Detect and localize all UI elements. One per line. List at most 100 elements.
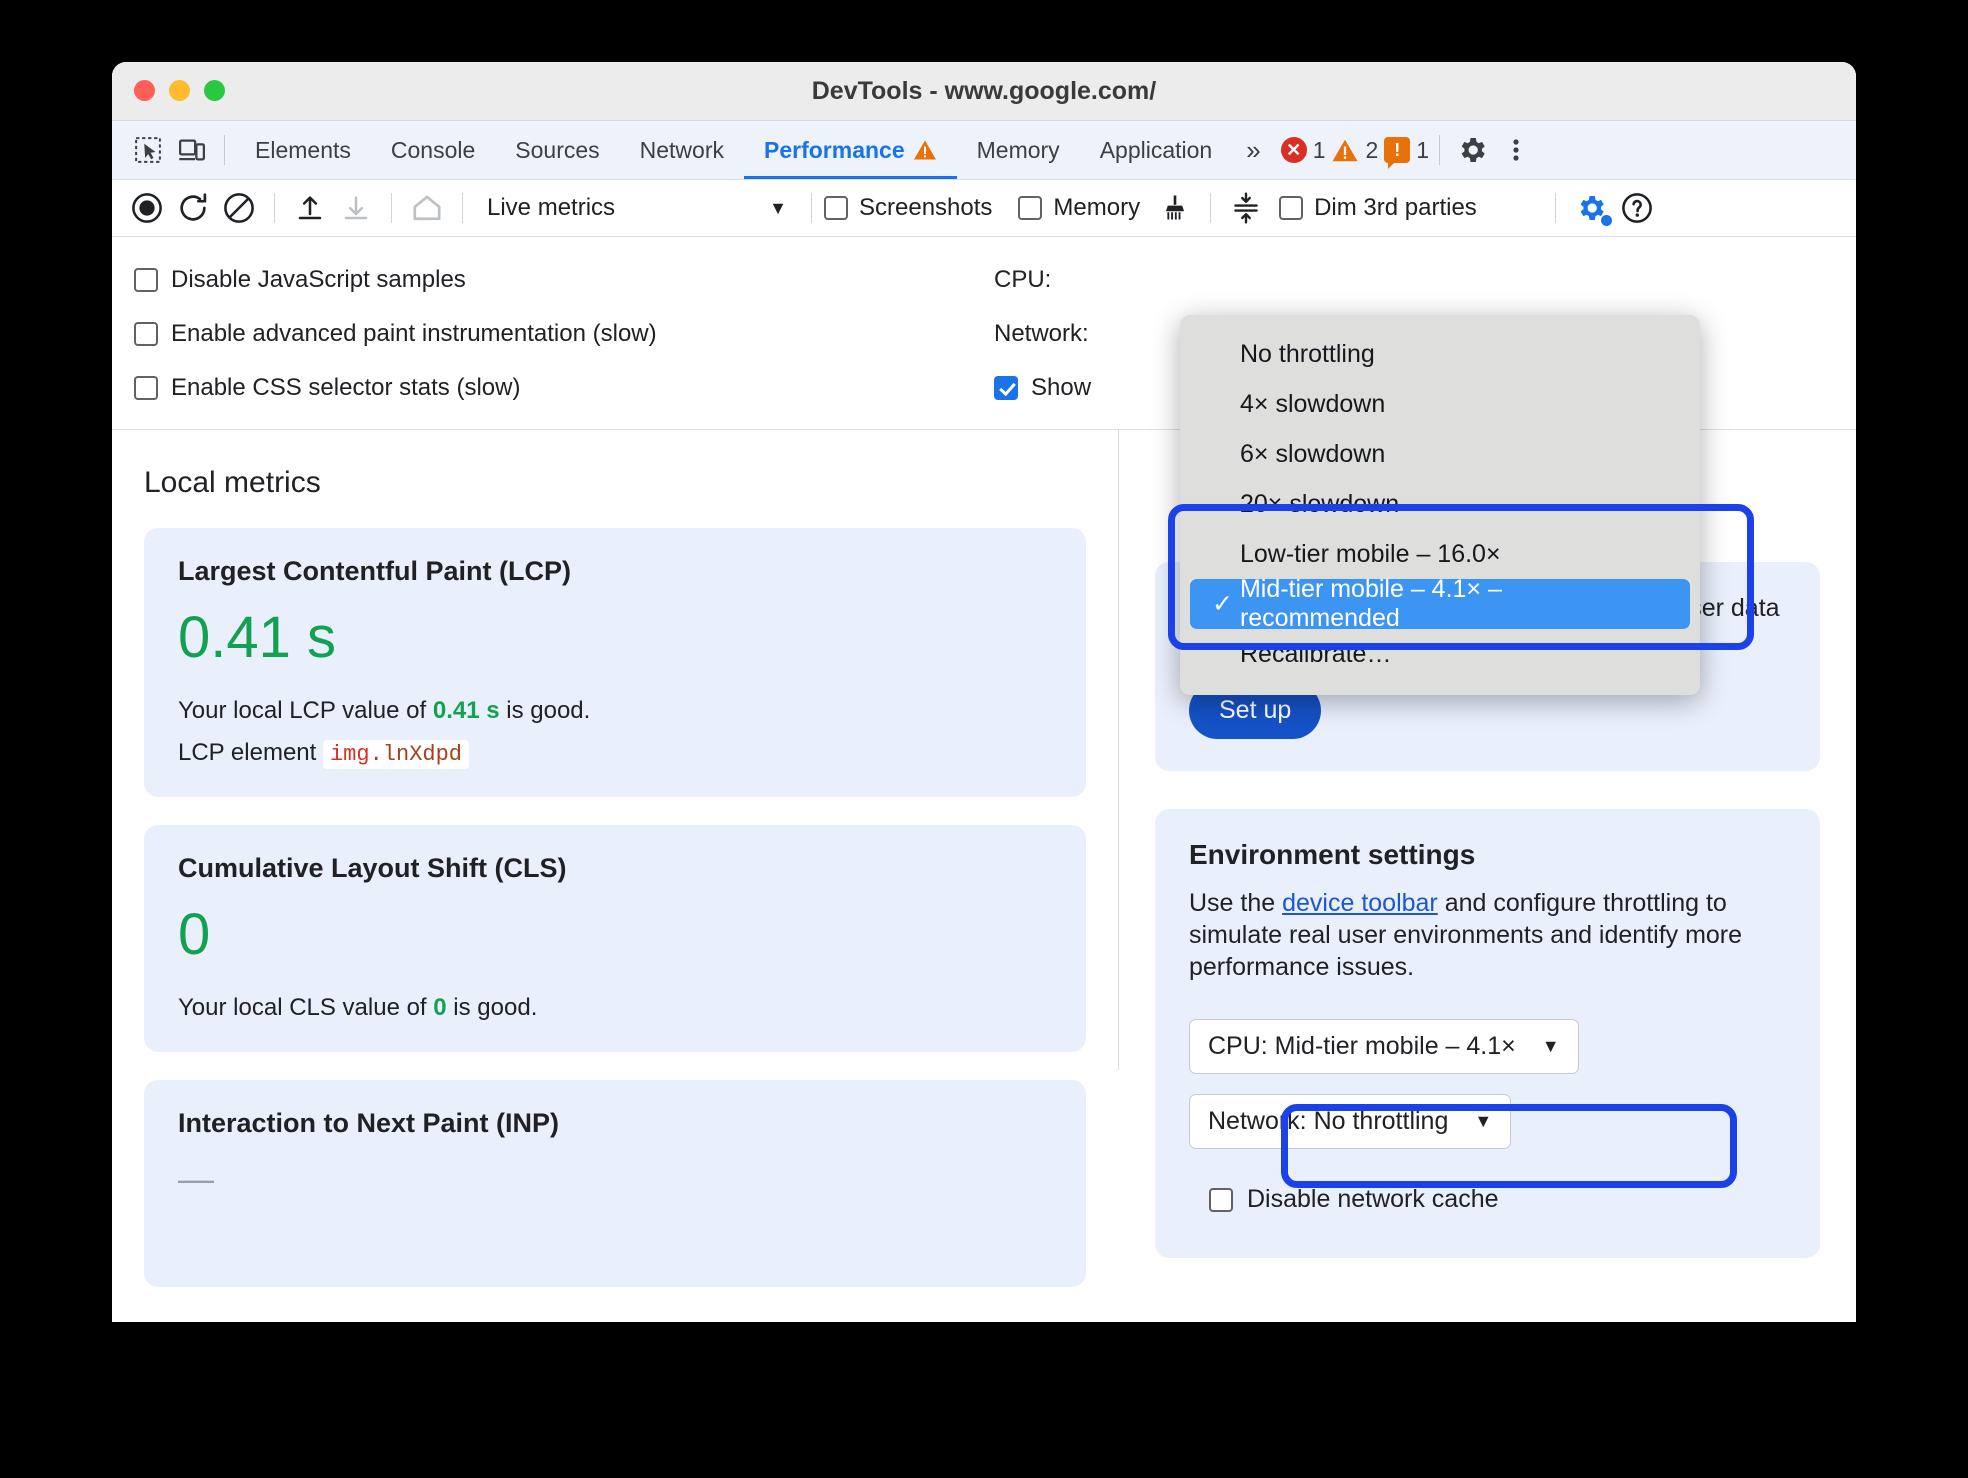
performance-toolbar: Live metrics ▼ Screenshots Memory Dim 3r…: [112, 180, 1856, 237]
lcp-desc-value: 0.41 s: [432, 697, 500, 724]
mode-select-value: Live metrics: [487, 194, 616, 221]
disable-network-cache-checkbox[interactable]: Disable network cache: [1209, 1185, 1786, 1214]
tab-application[interactable]: Application: [1080, 121, 1233, 179]
menu-item-4x-slowdown[interactable]: 4× slowdown: [1190, 379, 1690, 429]
window-titlebar: DevTools - www.google.com/: [112, 62, 1856, 121]
env-text-before: Use the: [1189, 889, 1283, 917]
tab-performance[interactable]: Performance: [744, 121, 957, 179]
network-throttling-select[interactable]: Network: No throttling ▼: [1189, 1094, 1512, 1149]
record-button[interactable]: [124, 185, 170, 231]
issue-counters[interactable]: ✕ 1 2 ! 1: [1280, 136, 1430, 169]
error-icon: ✕: [1280, 137, 1307, 163]
disable-network-cache-box[interactable]: [1209, 1187, 1233, 1212]
clear-button[interactable]: [216, 185, 262, 231]
chevron-down-icon: ▼: [769, 197, 787, 218]
tab-sources[interactable]: Sources: [495, 121, 619, 179]
more-tabs-icon[interactable]: »: [1232, 135, 1274, 166]
mode-select[interactable]: Live metrics ▼: [475, 194, 799, 222]
disable-js-samples-checkbox[interactable]: Disable JavaScript samples: [134, 253, 994, 307]
chevron-down-icon: ▼: [1474, 1111, 1493, 1131]
help-icon[interactable]: [1614, 185, 1660, 231]
menu-item-low-tier-mobile[interactable]: Low-tier mobile – 16.0×: [1190, 529, 1690, 579]
warning-counter[interactable]: 2: [1331, 137, 1378, 164]
inspect-element-icon[interactable]: [126, 128, 170, 172]
toolbar-divider-2: [391, 193, 392, 223]
cls-description: Your local CLS value of 0 is good.: [178, 994, 1052, 1022]
more-options-icon[interactable]: [1494, 128, 1538, 172]
menu-item-recalibrate-label: Recalibrate…: [1240, 639, 1392, 668]
check-icon: ✓: [1212, 590, 1233, 618]
tab-application-label: Application: [1099, 136, 1213, 163]
lcp-element-tag: img: [329, 742, 370, 767]
css-selector-stats-label: Enable CSS selector stats (slow): [171, 374, 521, 401]
environment-settings-text: Use the device toolbar and configure thr…: [1189, 887, 1786, 983]
cls-desc-suffix: is good.: [446, 994, 538, 1021]
gear-icon[interactable]: [1450, 128, 1494, 172]
advanced-paint-checkbox[interactable]: Enable advanced paint instrumentation (s…: [134, 307, 994, 361]
tab-sources-label: Sources: [515, 136, 600, 163]
dim-third-parties-checkbox[interactable]: Dim 3rd parties: [1279, 194, 1477, 222]
disable-js-samples-box[interactable]: [134, 268, 158, 292]
screenshots-checkbox[interactable]: Screenshots: [824, 194, 992, 222]
tab-elements[interactable]: Elements: [235, 121, 371, 179]
tab-elements-label: Elements: [255, 136, 351, 163]
page-title: Local metrics: [144, 466, 321, 499]
issue-icon: !: [1384, 137, 1411, 169]
tab-memory[interactable]: Memory: [957, 121, 1080, 179]
info-counter[interactable]: ! 1: [1384, 136, 1430, 169]
dim-third-parties-checkbox-box[interactable]: [1279, 196, 1304, 220]
tab-network[interactable]: Network: [620, 121, 744, 179]
memory-checkbox-box[interactable]: [1018, 196, 1043, 220]
screenshots-label: Screenshots: [859, 194, 993, 221]
lcp-card: Largest Contentful Paint (LCP) 0.41 s Yo…: [144, 528, 1086, 797]
cls-desc-value: 0: [433, 994, 447, 1021]
lcp-description: Your local LCP value of 0.41 s is good.: [178, 697, 1052, 725]
advanced-paint-label: Enable advanced paint instrumentation (s…: [171, 320, 657, 347]
expand-collapse-icon[interactable]: [1223, 185, 1269, 231]
lcp-desc-prefix: Your local LCP value of: [178, 697, 433, 724]
lcp-element-row: LCP element img.lnXdpd: [178, 739, 1052, 769]
lcp-element-chip[interactable]: img.lnXdpd: [322, 740, 470, 769]
cls-value: 0: [178, 902, 211, 967]
record-and-reload-button[interactable]: [170, 185, 216, 231]
show-checkbox-box[interactable]: [994, 376, 1018, 400]
capture-settings-gear-icon[interactable]: [1568, 185, 1614, 231]
memory-checkbox[interactable]: Memory: [1018, 194, 1140, 222]
warning-icon: [1331, 138, 1359, 163]
menu-item-no-throttling-label: No throttling: [1240, 339, 1375, 368]
device-toolbar-link[interactable]: device toolbar: [1282, 889, 1438, 917]
tabstrip-divider-2: [1439, 135, 1441, 165]
device-toolbar-icon[interactable]: [170, 128, 214, 172]
menu-item-20x-slowdown-label: 20× slowdown: [1240, 489, 1400, 518]
menu-item-4x-slowdown-label: 4× slowdown: [1240, 389, 1386, 418]
home-icon: [404, 185, 450, 231]
tab-console-label: Console: [390, 136, 476, 163]
error-counter[interactable]: ✕ 1: [1280, 137, 1325, 164]
menu-item-recalibrate[interactable]: Recalibrate…: [1190, 629, 1690, 679]
capture-settings-left: Disable JavaScript samples Enable advanc…: [112, 253, 994, 415]
environment-settings-heading: Environment settings: [1189, 839, 1476, 870]
menu-item-mid-tier-mobile[interactable]: ✓ Mid-tier mobile – 4.1× – recommended: [1190, 575, 1690, 632]
tab-memory-label: Memory: [976, 136, 1060, 163]
css-selector-stats-checkbox[interactable]: Enable CSS selector stats (slow): [134, 361, 994, 415]
local-metrics-pane: Local metrics Largest Contentful Paint (…: [112, 430, 1118, 1287]
cpu-throttling-menu[interactable]: No throttling 4× slowdown 6× slowdown 20…: [1180, 315, 1700, 695]
tab-performance-label: Performance: [764, 136, 905, 163]
cpu-throttle-label: CPU:: [994, 266, 1052, 293]
tab-console[interactable]: Console: [371, 121, 495, 179]
disable-network-cache-label: Disable network cache: [1247, 1185, 1499, 1213]
cpu-throttling-select[interactable]: CPU: Mid-tier mobile – 4.1× ▼: [1189, 1019, 1579, 1074]
inp-value: —: [178, 1158, 214, 1199]
collect-garbage-icon[interactable]: [1152, 185, 1198, 231]
css-selector-stats-box[interactable]: [134, 376, 158, 400]
screenshots-checkbox-box[interactable]: [824, 196, 848, 220]
menu-item-6x-slowdown[interactable]: 6× slowdown: [1190, 429, 1690, 479]
import-profile-icon[interactable]: [287, 185, 333, 231]
menu-item-no-throttling[interactable]: No throttling: [1190, 329, 1690, 379]
lcp-desc-suffix: is good.: [499, 697, 591, 724]
advanced-paint-box[interactable]: [134, 322, 158, 346]
save-profile-icon: [333, 185, 379, 231]
info-count: 1: [1416, 136, 1430, 163]
menu-item-20x-slowdown[interactable]: 20× slowdown: [1190, 479, 1690, 529]
network-throttling-value: Network: No throttling: [1208, 1107, 1449, 1135]
